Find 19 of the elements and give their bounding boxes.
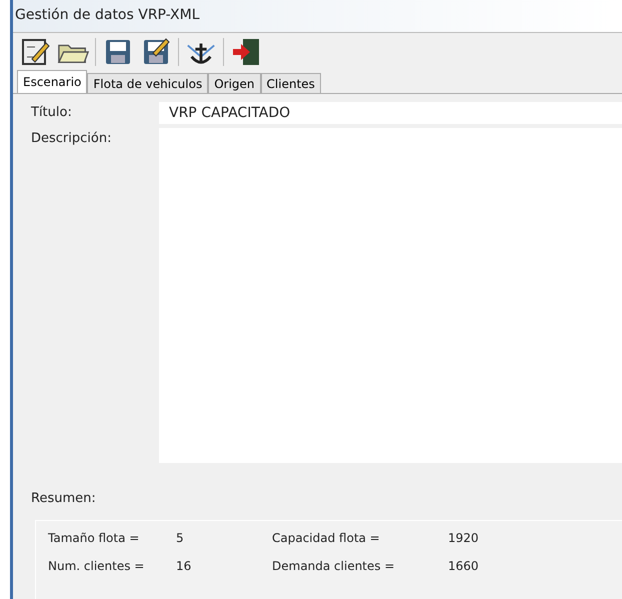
summary-label: Demanda clientes = [272,559,396,573]
summary-label: Resumen: [31,491,97,506]
exit-door-icon[interactable] [230,37,262,67]
new-document-icon[interactable] [19,37,51,67]
summary-value: 1920 [448,531,480,545]
summary-value: 5 [176,531,185,545]
field-label: Descripción: [31,130,112,148]
summary-label: Tamaño flota = [48,531,140,545]
field-label: Título: [31,104,73,122]
tab[interactable]: Clientes [260,73,321,93]
summary-value: 16 [176,559,192,573]
tab[interactable]: Flota de vehiculos [87,73,208,93]
tab[interactable]: Escenario [17,70,88,93]
summary-label: Capacidad flota = [272,531,381,545]
title-field[interactable]: VRP CAPACITADO [159,102,622,124]
summary-value: 1660 [448,559,480,573]
tab[interactable]: Origen [208,73,261,93]
summary-label: Num. clientes = [48,559,146,573]
window-title: Gestión de datos VRP-XML [13,0,622,33]
